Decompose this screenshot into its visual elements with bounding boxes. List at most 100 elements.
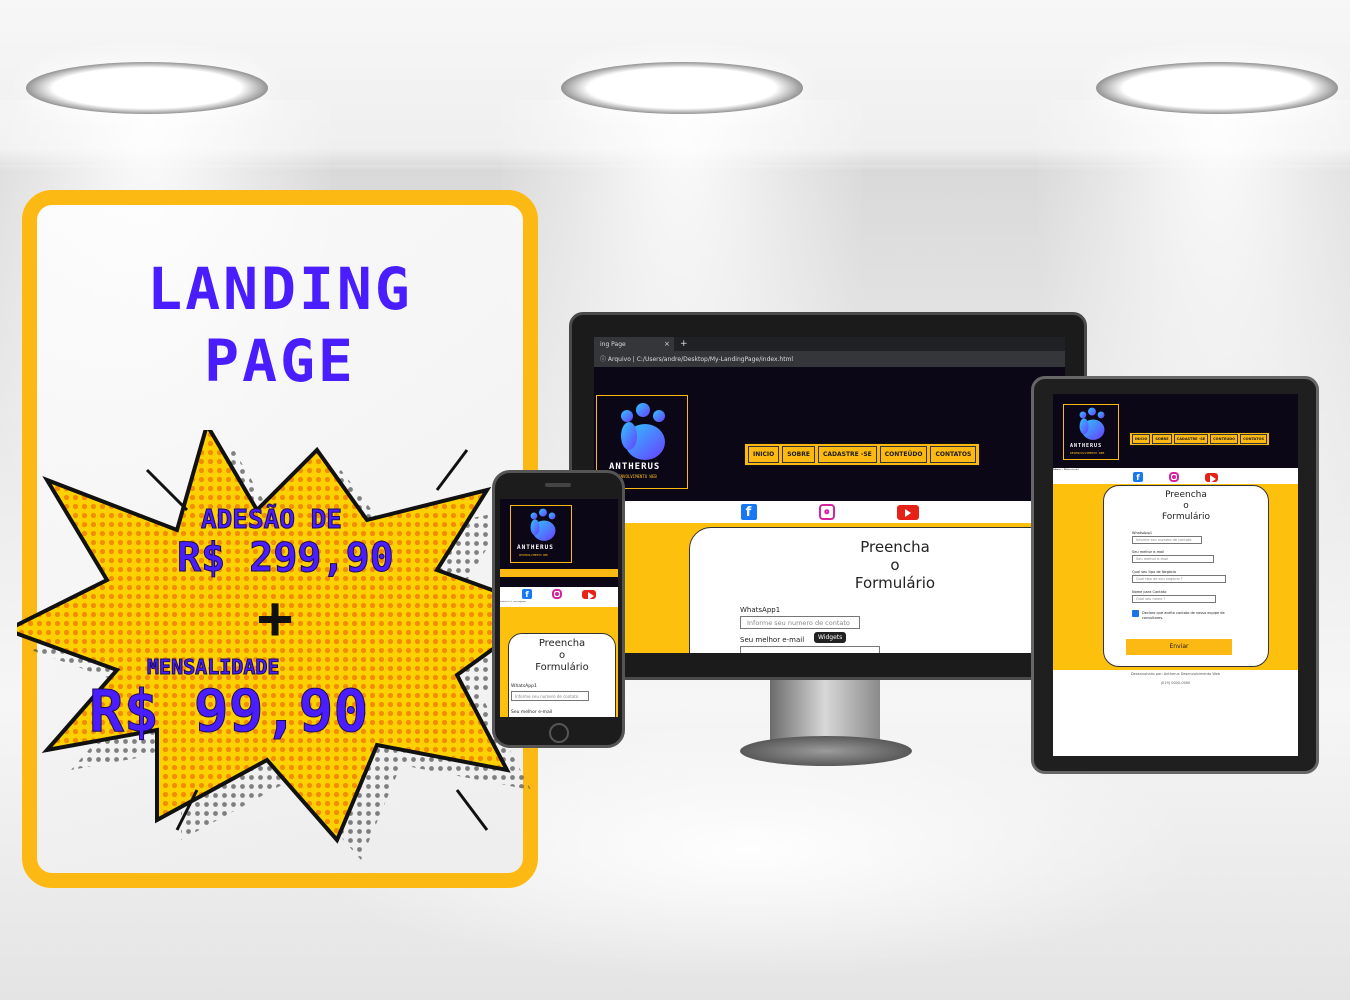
tab-title: ing Page [600,341,626,348]
nav-contatos[interactable]: CONTATOS [930,446,977,463]
monitor-stand-base [740,736,912,766]
facebook-icon[interactable]: f [740,504,757,520]
phone-instagram-icon[interactable] [552,589,562,599]
whatsapp-label: WhatsApp1 [740,606,781,614]
tablet-form-card: Preencha o Formulário WhatsApp1 Informe … [1103,485,1269,667]
tablet-form-title-line2: o [1183,500,1189,511]
tablet-logo-box: ANTHERUS DESENVOLVIMENTO WEB [1063,404,1119,460]
adhesion-label: ADESÃO DE [201,505,343,536]
phone-social-strip: f [500,587,618,601]
email-input[interactable] [740,646,880,653]
tablet-nav-inicio[interactable]: INICIO [1132,434,1151,444]
tablet-email-label: Seu melhor e-mail [1132,550,1165,554]
youtube-icon[interactable] [896,504,919,520]
form-title-line3: Formulário [854,574,936,592]
logo-icon [621,403,665,460]
browser-tab[interactable]: ing Page × [594,337,674,351]
phone-form-card: Preencha o Formulário WhatsApp1 Informe … [508,633,616,717]
promo-panel: LANDING PAGE ADESÃO DE R$ 299,90 + MENSA… [17,190,571,888]
desktop-monitor: ing Page × + ⓘ Arquivo | C:/Users/andre/… [569,312,1087,680]
form-title: Preencha o Formulário [690,538,1065,592]
tablet-whatsapp-label: WhatsApp1 [1132,531,1153,535]
brand-name: ANTHERUS [609,462,661,472]
browser-tabbar: ing Page × + [594,337,1065,351]
home-button[interactable] [549,723,569,743]
site-header: ANTHERUS DESENVOLVIMENTO WEB INICIO SOBR… [594,367,1065,501]
widgets-tooltip: Widgets [814,632,847,643]
main-nav: INICIO SOBRE CADASTRE -SE CONTEÚDO CONTA… [744,443,981,466]
phone-email-label: Seu melhor e-mail [511,710,553,715]
tablet-nav-contatos[interactable]: CONTATOS [1240,434,1268,444]
phone-screen: ANTHERUS DESENVOLVIMENTO WEB Menu Princi… [500,499,618,717]
phone-nav-bar[interactable] [500,569,618,577]
nav-sobre[interactable]: SOBRE [782,446,815,463]
address-bar[interactable]: ⓘ Arquivo | C:/Users/andre/Desktop/My-La… [594,351,1065,367]
email-label: Seu melhor e-mail [740,636,805,644]
phone-youtube-icon[interactable] [582,589,596,601]
whatsapp-input[interactable]: Informe seu numero de contato [740,616,860,629]
phone-whatsapp-label: WhatsApp1 [511,684,537,689]
tablet-youtube-icon[interactable] [1205,472,1218,484]
tablet-logo-icon [1079,407,1105,440]
ceiling-lamp [26,62,268,114]
tablet-instagram-icon[interactable] [1169,472,1179,482]
tablet-facebook-icon[interactable]: f [1133,472,1143,482]
smartphone-device: ANTHERUS DESENVOLVIMENTO WEB Menu Princi… [492,470,625,748]
phone-speaker [545,483,571,487]
phone-form-section: Preencha o Formulário WhatsApp1 Informe … [500,607,618,717]
promo-title-line1: LANDING [147,255,413,323]
phone-logo-box: ANTHERUS DESENVOLVIMENTO WEB [510,505,572,563]
tablet-brand-subtitle: DESENVOLVIMENTO WEB [1070,451,1105,455]
new-tab-icon[interactable]: + [680,339,688,349]
nav-cadastre[interactable]: CADASTRE -SE [817,446,877,463]
tablet-device: ANTHERUS DESENVOLVIMENTO WEB INICIO SOBR… [1031,376,1319,774]
consent-text: Declaro que aceito contato de nossa equi… [1142,611,1225,620]
phone-form-title-line1: Preencha [538,638,586,649]
promo-title-line2: PAGE [204,327,356,395]
phone-form-title: Preencha o Formulário [509,638,615,674]
monitor-screen: ing Page × + ⓘ Arquivo | C:/Users/andre/… [594,337,1065,653]
phone-whatsapp-input[interactable]: Informe seu numero de contato [511,691,589,701]
phone-form-title-line2: o [558,650,566,661]
tablet-whatsapp-input[interactable]: Informe seu numero de contato [1132,536,1202,544]
tablet-brand-name: ANTHERUS [1070,443,1103,449]
phone-facebook-icon[interactable]: f [522,589,532,599]
ceiling-lamp [1096,62,1338,114]
tablet-nav-conteudo[interactable]: CONTEÚDO [1210,434,1239,444]
tablet-business-label: Qual seu tipo de Negócio [1132,570,1176,574]
monthly-label: MENSALIDADE [146,655,280,680]
phone-brand-name: ANTHERUS [517,544,554,551]
monitor-stand-neck [770,680,880,740]
tablet-form-section: Preencha o Formulário WhatsApp1 Informe … [1053,484,1298,670]
tablet-email-input[interactable]: Seu melhor e-mail [1132,555,1214,563]
footer-phone: (019) 0000-0000 [1160,681,1191,685]
tablet-business-input[interactable]: Qual tipo do seu negócio ? [1132,575,1226,583]
tablet-form-title-line1: Preencha [1165,490,1207,500]
social-strip: f [594,501,1065,523]
nav-inicio[interactable]: INICIO [748,446,780,463]
form-section: Preencha o Formulário WhatsApp1 Informe … [594,523,1065,653]
site-footer: Desenvolvido por: Antherus Desenvolvimen… [1130,672,1221,676]
phone-site-header: ANTHERUS DESENVOLVIMENTO WEB [500,499,618,595]
phone-form-title-line3: Formulário [535,662,589,673]
tablet-social-strip: f [1053,470,1298,484]
form-card: Preencha o Formulário WhatsApp1 Informe … [689,527,1065,653]
consent-checkbox[interactable] [1132,610,1139,617]
tablet-site-header: ANTHERUS DESENVOLVIMENTO WEB INICIO SOBR… [1053,394,1298,468]
phone-brand-subtitle: DESENVOLVIMENTO WEB [519,554,548,557]
tablet-screen: ANTHERUS DESENVOLVIMENTO WEB INICIO SOBR… [1053,394,1298,756]
tablet-name-input[interactable]: Qual seu nome ? [1132,595,1216,603]
nav-conteudo[interactable]: CONTEÚDO [879,446,928,463]
tablet-form-title-line3: Formulário [1161,511,1211,522]
ceiling-lamp [561,62,803,114]
tablet-nav: INICIO SOBRE CADASTRE -SE CONTEÚDO CONTA… [1129,432,1271,446]
monthly-price: R$ 99,90 [88,677,369,746]
phone-logo-icon [530,508,556,541]
tablet-nav-cadastre[interactable]: CADASTRE -SE [1173,434,1209,444]
send-button[interactable]: Enviar [1126,639,1232,655]
form-title-line2: o [890,556,900,574]
plus-sign: + [257,583,294,653]
tablet-nav-sobre[interactable]: SOBRE [1152,434,1172,444]
instagram-icon[interactable] [818,504,835,520]
close-icon[interactable]: × [664,340,670,348]
